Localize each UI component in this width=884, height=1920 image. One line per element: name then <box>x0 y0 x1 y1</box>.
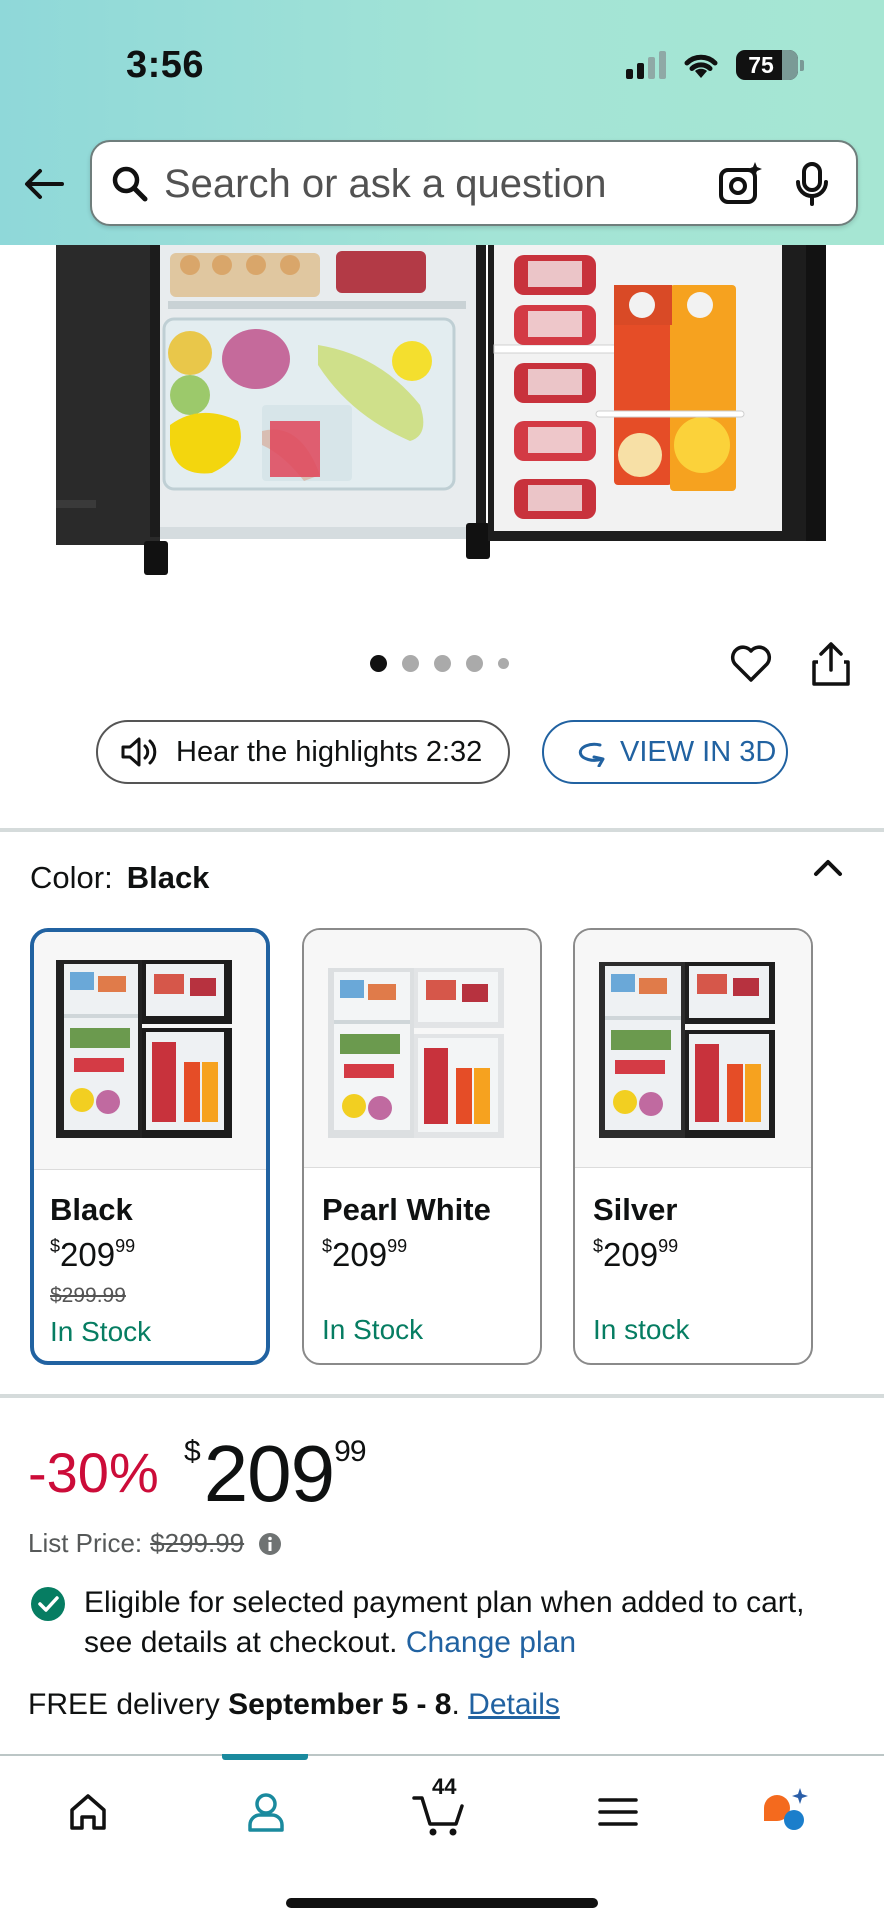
speaker-icon <box>121 737 157 767</box>
carousel-dot[interactable] <box>498 658 509 669</box>
section-divider <box>0 828 884 832</box>
info-icon[interactable] <box>258 1532 282 1556</box>
delivery-prefix: FREE delivery <box>28 1688 220 1721</box>
search-icon <box>112 166 148 202</box>
color-option-pearl-white[interactable]: Pearl White $20999 In Stock <box>302 928 542 1365</box>
delivery-info: FREE delivery September 5 - 8. Details <box>28 1688 560 1722</box>
back-arrow-icon[interactable] <box>20 160 68 208</box>
status-icons: 75 <box>626 48 804 82</box>
nav-active-indicator <box>222 1754 308 1760</box>
status-time: 3:56 <box>126 44 205 86</box>
product-image[interactable] <box>0 245 884 585</box>
color-option-price: $20999 <box>50 1236 135 1274</box>
battery-icon: 75 <box>736 50 798 80</box>
home-icon[interactable] <box>48 1782 128 1842</box>
list-price-value: $299.99 <box>150 1528 245 1558</box>
current-price: $20999 <box>184 1428 367 1520</box>
chevron-up-icon[interactable] <box>810 852 846 882</box>
carousel-dot[interactable] <box>466 655 483 672</box>
cart-count: 44 <box>432 1774 457 1799</box>
currency-symbol: $ <box>184 1435 201 1468</box>
carousel-dot[interactable] <box>370 655 387 672</box>
payment-plan-notice: Eligible for selected payment plan when … <box>30 1583 860 1663</box>
check-circle-icon <box>31 1587 65 1621</box>
bottom-nav: 44 <box>0 1754 884 1920</box>
selected-color: Black <box>126 860 210 895</box>
delivery-suffix: . <box>451 1688 460 1721</box>
price-cents: 99 <box>334 1435 366 1468</box>
currency-symbol: $ <box>593 1236 604 1256</box>
currency-symbol: $ <box>322 1236 333 1256</box>
color-option-stock: In Stock <box>50 1316 152 1347</box>
carousel-dot[interactable] <box>434 655 451 672</box>
color-option-old-price: $299.99 <box>50 1284 126 1307</box>
color-option-name: Pearl White <box>322 1192 491 1227</box>
color-option-stock: In stock <box>593 1314 690 1345</box>
hear-highlights-button[interactable]: Hear the highlights 2:32 <box>96 720 510 784</box>
delivery-dates: September 5 - 8 <box>228 1688 452 1721</box>
microphone-icon[interactable] <box>790 160 834 208</box>
price-cents: 99 <box>658 1236 679 1256</box>
color-thumbnail <box>304 930 540 1168</box>
image-carousel-dots[interactable] <box>370 655 509 672</box>
battery-level: 75 <box>748 52 774 78</box>
list-price: List Price: $299.99 <box>28 1528 282 1559</box>
color-label: Color: Black <box>30 860 209 896</box>
rotate-3d-icon <box>578 742 605 767</box>
heart-icon[interactable] <box>728 640 774 686</box>
delivery-details-link[interactable]: Details <box>468 1688 560 1721</box>
account-icon[interactable] <box>226 1782 306 1842</box>
price-dollars: 209 <box>603 1236 659 1273</box>
share-icon[interactable] <box>808 640 854 688</box>
view-in-3d-label: VIEW IN 3D <box>620 735 777 768</box>
fridge-illustration <box>56 245 826 575</box>
color-thumbnail <box>575 930 811 1168</box>
rufus-assistant-icon[interactable] <box>752 1782 832 1842</box>
cellular-signal-icon <box>626 51 666 79</box>
hear-highlights-label: Hear the highlights 2:32 <box>176 735 483 768</box>
price-dollars: 209 <box>332 1236 388 1273</box>
discount-percent: -30% <box>28 1441 159 1504</box>
color-option-stock: In Stock <box>322 1314 424 1345</box>
search-bar[interactable] <box>90 140 858 226</box>
view-in-3d-button[interactable]: VIEW IN 3D <box>542 720 788 784</box>
color-option-black[interactable]: Black $20999 $299.99 In Stock <box>30 928 270 1365</box>
color-option-name: Black <box>50 1192 133 1227</box>
home-indicator <box>286 1898 598 1908</box>
camera-lens-icon[interactable] <box>716 160 764 208</box>
section-divider <box>0 1394 884 1398</box>
price-cents: 99 <box>387 1236 408 1256</box>
price-cents: 99 <box>115 1236 136 1256</box>
wifi-icon <box>684 54 718 78</box>
color-option-price: $20999 <box>593 1236 678 1274</box>
header: 3:56 75 <box>0 0 884 245</box>
menu-icon[interactable] <box>578 1782 658 1842</box>
search-input[interactable] <box>164 156 644 212</box>
color-label-text: Color: <box>30 860 113 895</box>
list-price-label: List Price: <box>28 1528 143 1558</box>
carousel-dot[interactable] <box>402 655 419 672</box>
color-thumbnail <box>34 932 266 1170</box>
currency-symbol: $ <box>50 1236 61 1256</box>
price-dollars: 209 <box>203 1429 335 1518</box>
cart-button[interactable]: 44 <box>400 1774 480 1842</box>
color-option-price: $20999 <box>322 1236 407 1274</box>
color-option-name: Silver <box>593 1192 678 1227</box>
color-option-silver[interactable]: Silver $20999 In stock <box>573 928 813 1365</box>
price-dollars: 209 <box>60 1236 116 1273</box>
change-plan-link[interactable]: Change plan <box>406 1626 576 1659</box>
